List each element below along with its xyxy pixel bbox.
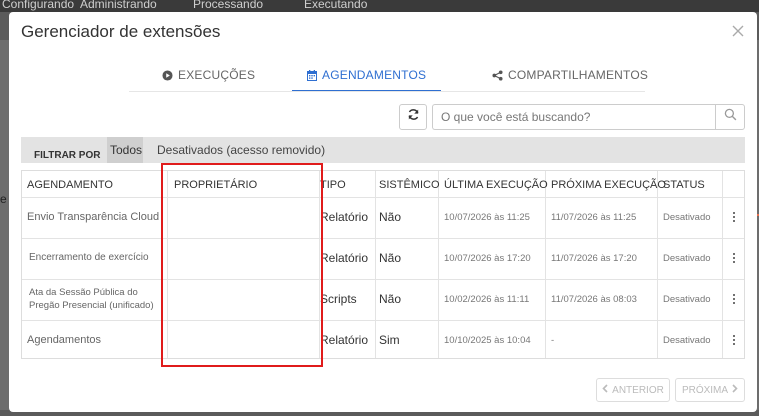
row-4-agendamento: Agendamentos [27, 334, 101, 346]
menu-configurando: Configurando [2, 0, 75, 11]
header-sistemico: SISTÊMICO [379, 179, 440, 191]
tab-compartilhamentos[interactable]: COMPARTILHAMENTOS [492, 68, 648, 98]
refresh-button[interactable] [399, 104, 427, 130]
row-4-tipo: Relatório [320, 333, 369, 347]
header-proprietario: PROPRIETÁRIO [174, 179, 258, 191]
row-3-sistemico: Não [379, 292, 402, 306]
tab-bar: EXECUÇÕES AGENDAMENTOS COMPARTILHAMENTOS [129, 62, 669, 92]
play-circle-icon [162, 70, 173, 84]
row-1-tipo: Relatório [320, 210, 369, 224]
menu-processando: Processando [193, 0, 264, 11]
modal-title: Gerenciador de extensões [21, 22, 221, 41]
row-3-proxima-execucao: 11/07/2026 às 08:03 [551, 294, 637, 305]
row-2-status: Desativado [663, 253, 711, 264]
row-3-menu-icon[interactable] [727, 292, 741, 306]
tab-agendamentos[interactable]: AGENDAMENTOS [292, 62, 442, 92]
filter-option-desativados[interactable]: Desativados (acesso removido) [157, 137, 325, 163]
row-1-agendamento: Envio Transparência Cloud [27, 211, 160, 223]
next-page-label: PRÓXIMA [681, 384, 729, 396]
search-button[interactable] [715, 104, 745, 130]
row-1-menu-icon[interactable] [727, 210, 741, 224]
tab-agendamentos-label: AGENDAMENTOS [322, 68, 427, 82]
row-4-ultima-execucao: 10/10/2025 às 10:04 [444, 335, 531, 346]
row-1-proxima-execucao: 11/07/2026 às 11:25 [551, 212, 637, 223]
schedules-table: AGENDAMENTO PROPRIETÁRIO TIPO SISTÊMICO … [21, 170, 745, 359]
row-3-ultima-execucao: 10/02/2026 às 11:11 [444, 294, 530, 305]
row-2-menu-icon[interactable] [727, 251, 741, 265]
chevron-right-icon [731, 384, 738, 396]
row-1-status: Desativado [663, 212, 711, 223]
header-status: STATUS [663, 179, 705, 191]
background-text-fragment: e [0, 192, 7, 206]
row-2-agendamento: Encerramento de exercício [29, 252, 149, 263]
tab-execucoes[interactable]: EXECUÇÕES [162, 68, 255, 98]
previous-page-label: ANTERIOR [612, 384, 664, 396]
background-sidebar: e [0, 40, 9, 410]
row-4-menu-icon[interactable] [727, 333, 741, 347]
extension-manager-modal: Gerenciador de extensões EXECUÇÕES AGEND… [9, 12, 757, 412]
close-icon[interactable] [729, 22, 747, 40]
header-proxima-execucao: PRÓXIMA EXECUÇÃO [551, 179, 666, 191]
chevron-left-icon [602, 384, 609, 396]
menu-executando: Executando [304, 0, 368, 11]
share-icon [492, 70, 503, 84]
row-3-status: Desativado [663, 294, 711, 305]
row-2-ultima-execucao: 10/07/2026 às 17:20 [444, 253, 531, 264]
tab-compartilhamentos-label: COMPARTILHAMENTOS [508, 68, 649, 82]
row-3-agendamento: Ata da Sessão Pública do Pregão Presenci… [29, 287, 154, 311]
previous-page-button[interactable]: ANTERIOR [596, 378, 670, 402]
menu-administrando: Administrando [80, 0, 157, 11]
row-2-tipo: Relatório [320, 251, 369, 265]
background-top-menu: Configurando Administrando Processando E… [0, 0, 759, 12]
header-ultima-execucao: ÚLTIMA EXECUÇÃO [444, 179, 548, 191]
row-3-tipo: Scripts [320, 292, 357, 306]
header-agendamento: AGENDAMENTO [27, 179, 113, 191]
row-2-proxima-execucao: 11/07/2026 às 17:20 [551, 253, 637, 264]
row-1-sistemico: Não [379, 210, 402, 224]
row-4-status: Desativado [663, 335, 711, 346]
row-4-proxima-execucao: - [551, 335, 555, 346]
filter-option-todos[interactable]: Todos [107, 137, 143, 163]
tab-divider [129, 91, 645, 92]
row-4-sistemico: Sim [379, 333, 400, 347]
filter-label: FILTRAR POR [34, 150, 101, 161]
header-tipo: TIPO [320, 179, 346, 191]
row-2-sistemico: Não [379, 251, 402, 265]
row-1-ultima-execucao: 10/07/2026 às 11:25 [444, 212, 530, 223]
refresh-icon [407, 108, 420, 126]
search-input[interactable] [432, 104, 716, 130]
next-page-button[interactable]: PRÓXIMA [675, 378, 745, 402]
tab-execucoes-label: EXECUÇÕES [178, 68, 256, 82]
calendar-icon [307, 70, 317, 84]
filter-bar: FILTRAR POR Todos Desativados (acesso re… [21, 137, 745, 163]
search-icon [724, 108, 737, 126]
